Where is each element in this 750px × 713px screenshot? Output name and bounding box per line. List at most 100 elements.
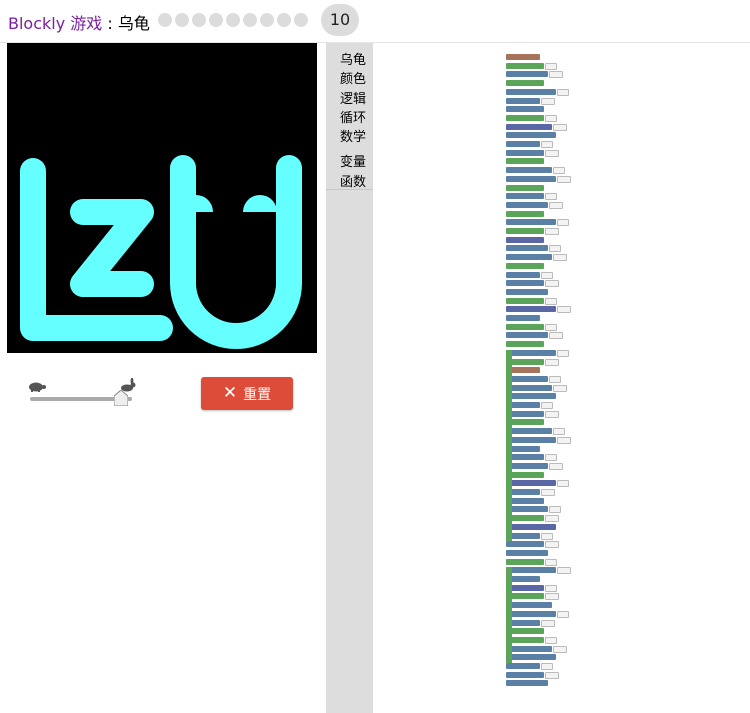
block-field[interactable] (541, 663, 553, 670)
level-dot[interactable] (294, 13, 308, 27)
code-block[interactable] (506, 315, 540, 321)
code-block[interactable] (506, 523, 556, 530)
code-block[interactable] (506, 141, 540, 147)
code-block[interactable] (506, 114, 544, 121)
block-field[interactable] (545, 593, 559, 601)
block-field[interactable] (541, 271, 553, 279)
code-block[interactable] (506, 219, 556, 226)
block-field[interactable] (541, 141, 553, 148)
block-field[interactable] (545, 114, 557, 122)
reset-button[interactable]: ✕ 重置 (201, 377, 293, 410)
level-dot[interactable] (209, 13, 223, 27)
block-field[interactable] (545, 584, 557, 592)
code-block[interactable] (506, 462, 548, 469)
code-block[interactable] (506, 349, 556, 356)
block-field[interactable] (553, 645, 567, 653)
code-block[interactable] (506, 80, 544, 87)
code-block[interactable] (506, 506, 548, 513)
block-field[interactable] (545, 358, 559, 366)
code-block[interactable] (506, 297, 544, 304)
code-block[interactable] (506, 271, 540, 278)
app-name-link[interactable]: Blockly 游戏 (8, 14, 102, 33)
block-field[interactable] (557, 306, 571, 314)
block-field[interactable] (553, 123, 567, 131)
code-block[interactable] (506, 236, 544, 243)
toolbox-category-colour[interactable]: 颜色 (340, 68, 366, 87)
block-field[interactable] (557, 436, 571, 444)
level-dot[interactable] (243, 13, 257, 27)
toolbox-category-math[interactable]: 数学 (340, 126, 366, 145)
block-field[interactable] (545, 558, 557, 566)
block-field[interactable] (545, 228, 559, 235)
code-block[interactable] (506, 210, 544, 217)
block-field[interactable] (541, 489, 555, 496)
block-field[interactable] (557, 480, 569, 488)
code-block[interactable] (506, 341, 544, 348)
code-block[interactable] (506, 480, 556, 487)
code-block[interactable] (506, 610, 556, 617)
block-field[interactable] (557, 88, 569, 96)
code-block[interactable] (506, 167, 552, 174)
toolbox-category-turtle[interactable]: 乌龟 (340, 49, 366, 68)
block-field[interactable] (549, 506, 561, 514)
slider-handle[interactable] (114, 390, 129, 406)
code-block[interactable] (506, 663, 540, 669)
level-dot[interactable] (192, 13, 206, 27)
block-field[interactable] (553, 384, 567, 392)
block-field[interactable] (545, 671, 559, 679)
level-dot[interactable] (175, 13, 189, 27)
code-block[interactable] (506, 436, 556, 443)
code-block[interactable] (506, 384, 552, 391)
block-field[interactable] (545, 297, 557, 305)
code-block[interactable] (506, 62, 544, 69)
block-field[interactable] (541, 402, 553, 409)
code-block[interactable] (506, 184, 544, 191)
code-block[interactable] (506, 149, 544, 156)
code-block[interactable] (506, 558, 544, 565)
code-block[interactable] (506, 123, 552, 130)
code-block[interactable] (506, 106, 544, 113)
level-dot[interactable] (158, 13, 172, 27)
block-field[interactable] (541, 619, 555, 627)
code-block[interactable] (506, 228, 544, 234)
block-field[interactable] (557, 219, 569, 227)
code-block[interactable] (506, 97, 540, 104)
current-level-badge[interactable]: 10 (321, 4, 359, 36)
block-field[interactable] (545, 149, 559, 157)
level-dot[interactable] (260, 13, 274, 27)
code-block[interactable] (506, 175, 556, 182)
code-block[interactable] (506, 288, 548, 295)
block-field[interactable] (557, 567, 571, 575)
block-field[interactable] (545, 62, 557, 70)
block-field[interactable] (545, 193, 557, 201)
level-dot[interactable] (277, 13, 291, 27)
block-field[interactable] (549, 201, 563, 209)
code-block[interactable] (506, 158, 544, 165)
code-block[interactable] (506, 393, 556, 400)
block-field[interactable] (549, 332, 563, 340)
toolbox-category-variables[interactable]: 变量 (340, 151, 366, 170)
code-block[interactable] (506, 428, 552, 435)
block-field[interactable] (545, 410, 559, 418)
code-block[interactable] (506, 332, 548, 339)
loop-block-body[interactable] (506, 567, 512, 663)
block-field[interactable] (549, 71, 563, 79)
code-block[interactable] (506, 645, 552, 652)
loop-block-body[interactable] (506, 428, 512, 542)
level-dot[interactable] (226, 13, 240, 27)
code-block[interactable] (506, 88, 556, 95)
loop-block-body[interactable] (506, 349, 512, 437)
toolbox-category-logic[interactable]: 逻辑 (340, 88, 366, 107)
code-block[interactable] (506, 323, 544, 330)
code-block[interactable] (506, 549, 548, 556)
block-field[interactable] (557, 175, 571, 183)
toolbox-category-functions[interactable]: 函数 (340, 171, 366, 190)
code-block[interactable] (506, 245, 548, 252)
block-field[interactable] (549, 245, 561, 253)
code-block[interactable] (506, 262, 544, 269)
code-block[interactable] (506, 541, 544, 548)
code-block[interactable] (506, 254, 552, 261)
block-field[interactable] (553, 167, 565, 175)
code-block[interactable] (506, 280, 544, 287)
code-block[interactable] (506, 567, 556, 574)
